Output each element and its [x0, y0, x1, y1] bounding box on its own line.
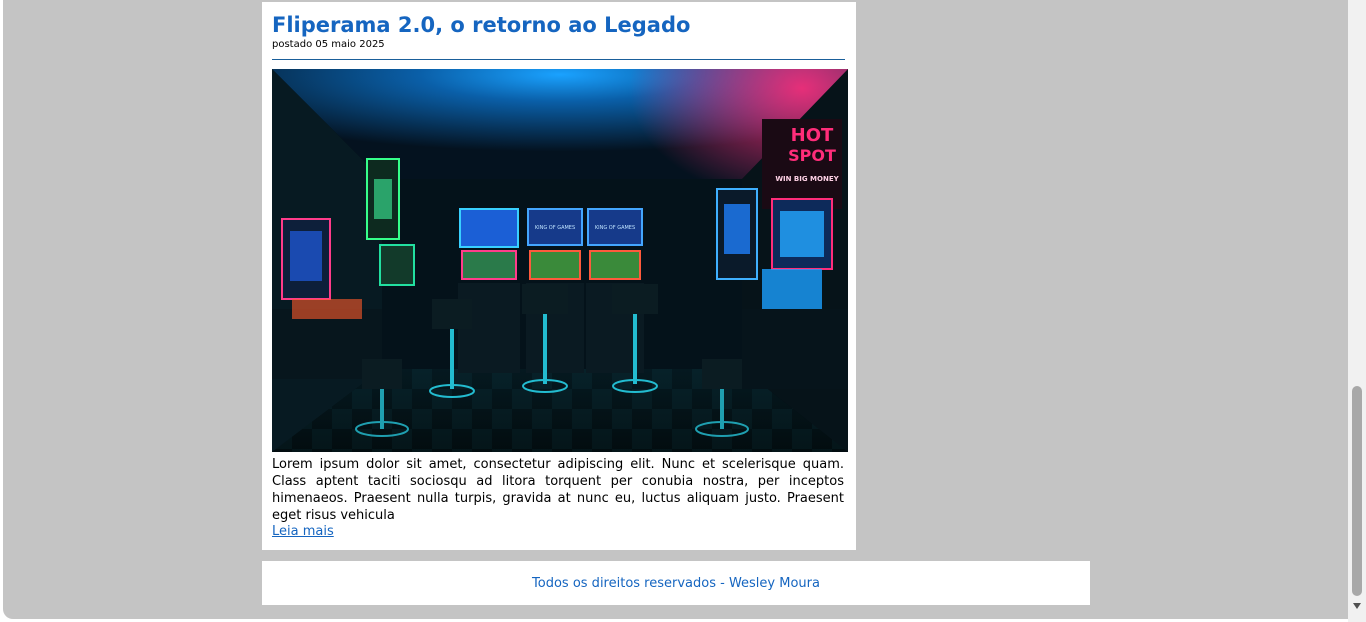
- read-more-link[interactable]: Leia mais: [272, 523, 334, 540]
- vertical-scrollbar[interactable]: [1348, 0, 1366, 622]
- svg-text:KING OF GAMES: KING OF GAMES: [535, 225, 575, 231]
- footer-copyright: Todos os direitos reservados - Wesley Mo…: [532, 575, 820, 591]
- post-excerpt: Lorem ipsum dolor sit amet, consectetur …: [272, 457, 844, 523]
- chevron-down-icon[interactable]: [1352, 601, 1362, 611]
- title-divider: [272, 59, 845, 60]
- post-title[interactable]: Fliperama 2.0, o retorno ao Legado: [272, 11, 690, 39]
- post-date: postado 05 maio 2025: [272, 39, 385, 50]
- arcade-post-image[interactable]: KING OF GAMES KING OF GAMES HOT SPOT WIN…: [272, 69, 848, 452]
- svg-text:SPOT: SPOT: [788, 146, 836, 165]
- svg-text:KING OF GAMES: KING OF GAMES: [595, 225, 635, 231]
- svg-text:HOT: HOT: [791, 125, 834, 146]
- browser-viewport: Fliperama 2.0, o retorno ao Legado posta…: [0, 0, 1366, 622]
- svg-text:WIN BIG MONEY: WIN BIG MONEY: [775, 175, 839, 183]
- blog-post-card: Fliperama 2.0, o retorno ao Legado posta…: [262, 2, 856, 550]
- page-footer: Todos os direitos reservados - Wesley Mo…: [262, 561, 1090, 605]
- scrollbar-thumb[interactable]: [1352, 386, 1362, 596]
